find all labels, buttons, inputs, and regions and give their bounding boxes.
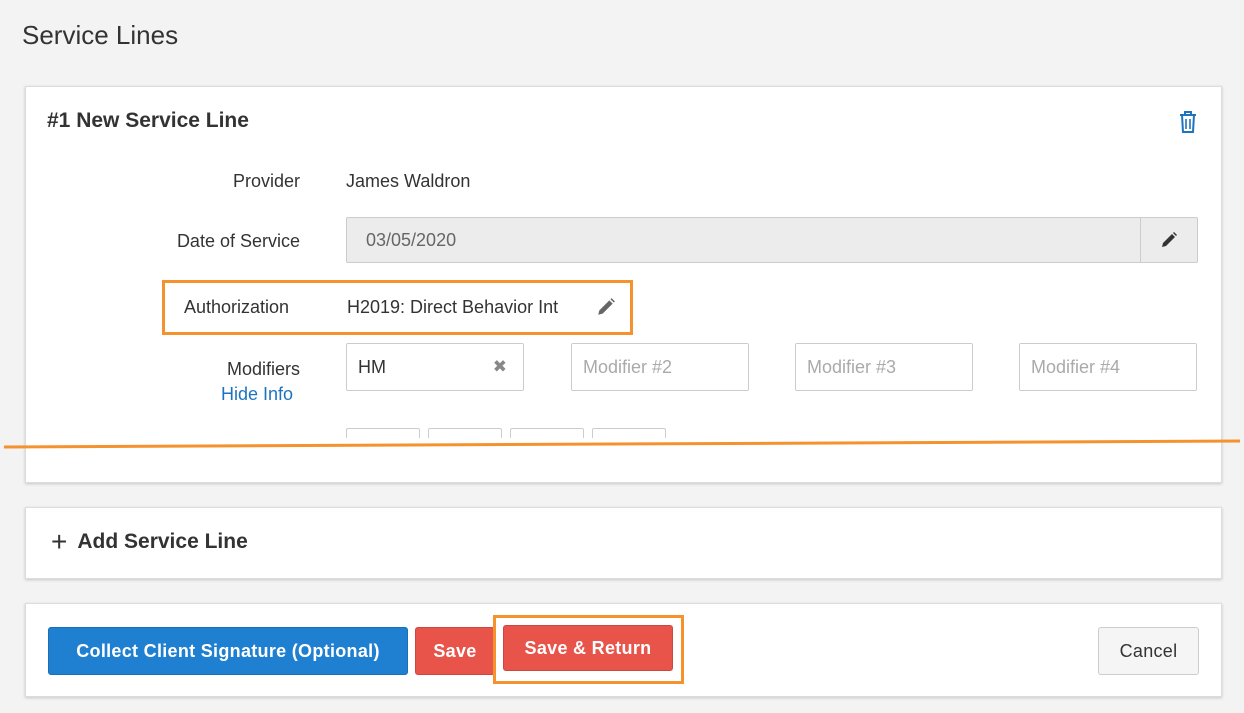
authorization-value[interactable]: H2019: Direct Behavior Int bbox=[347, 297, 558, 318]
pencil-icon[interactable] bbox=[1140, 218, 1197, 262]
close-icon[interactable]: ✖ bbox=[493, 357, 507, 377]
authorization-highlight: Authorization H2019: Direct Behavior Int bbox=[162, 280, 633, 335]
date-of-service-field[interactable]: 03/05/2020 bbox=[346, 217, 1198, 263]
modifier-4-field[interactable]: Modifier #4 bbox=[1019, 343, 1197, 391]
service-line-panel: #1 New Service Line Provider James Waldr… bbox=[25, 86, 1222, 483]
actions-panel: Collect Client Signature (Optional) Save… bbox=[25, 603, 1222, 697]
modifier-2-field[interactable]: Modifier #2 bbox=[571, 343, 749, 391]
pencil-icon[interactable] bbox=[596, 297, 618, 319]
provider-label: Provider bbox=[232, 171, 300, 191]
add-service-line-label[interactable]: Add Service Line bbox=[77, 530, 247, 554]
save-return-button[interactable]: Save & Return bbox=[503, 625, 673, 671]
date-of-service-value[interactable]: 03/05/2020 bbox=[347, 230, 1140, 251]
modifier-2-placeholder[interactable]: Modifier #2 bbox=[583, 357, 672, 378]
modifiers-label: Modifiers bbox=[226, 359, 300, 379]
service-line-heading: #1 New Service Line bbox=[47, 109, 249, 132]
cancel-button[interactable]: Cancel bbox=[1098, 627, 1199, 675]
modifier-4-placeholder[interactable]: Modifier #4 bbox=[1031, 357, 1120, 378]
collect-signature-button[interactable]: Collect Client Signature (Optional) bbox=[48, 627, 408, 675]
authorization-label: Authorization bbox=[184, 297, 290, 317]
hide-info-link[interactable]: Hide Info bbox=[221, 384, 293, 405]
modifier-3-field[interactable]: Modifier #3 bbox=[795, 343, 973, 391]
save-button[interactable]: Save bbox=[415, 627, 495, 675]
page-title: Service Lines bbox=[22, 20, 179, 50]
cut-line-divider bbox=[4, 439, 1240, 449]
plus-icon: + bbox=[51, 526, 68, 557]
modifier-3-placeholder[interactable]: Modifier #3 bbox=[807, 357, 896, 378]
trash-icon[interactable] bbox=[1177, 109, 1199, 135]
date-of-service-label: Date of Service bbox=[176, 231, 300, 251]
modifier-1-field[interactable]: HM ✖ bbox=[346, 343, 524, 391]
add-service-line-button[interactable]: + Add Service Line bbox=[25, 507, 1222, 579]
provider-value: James Waldron bbox=[346, 171, 471, 191]
modifier-1-value[interactable]: HM bbox=[358, 357, 386, 378]
